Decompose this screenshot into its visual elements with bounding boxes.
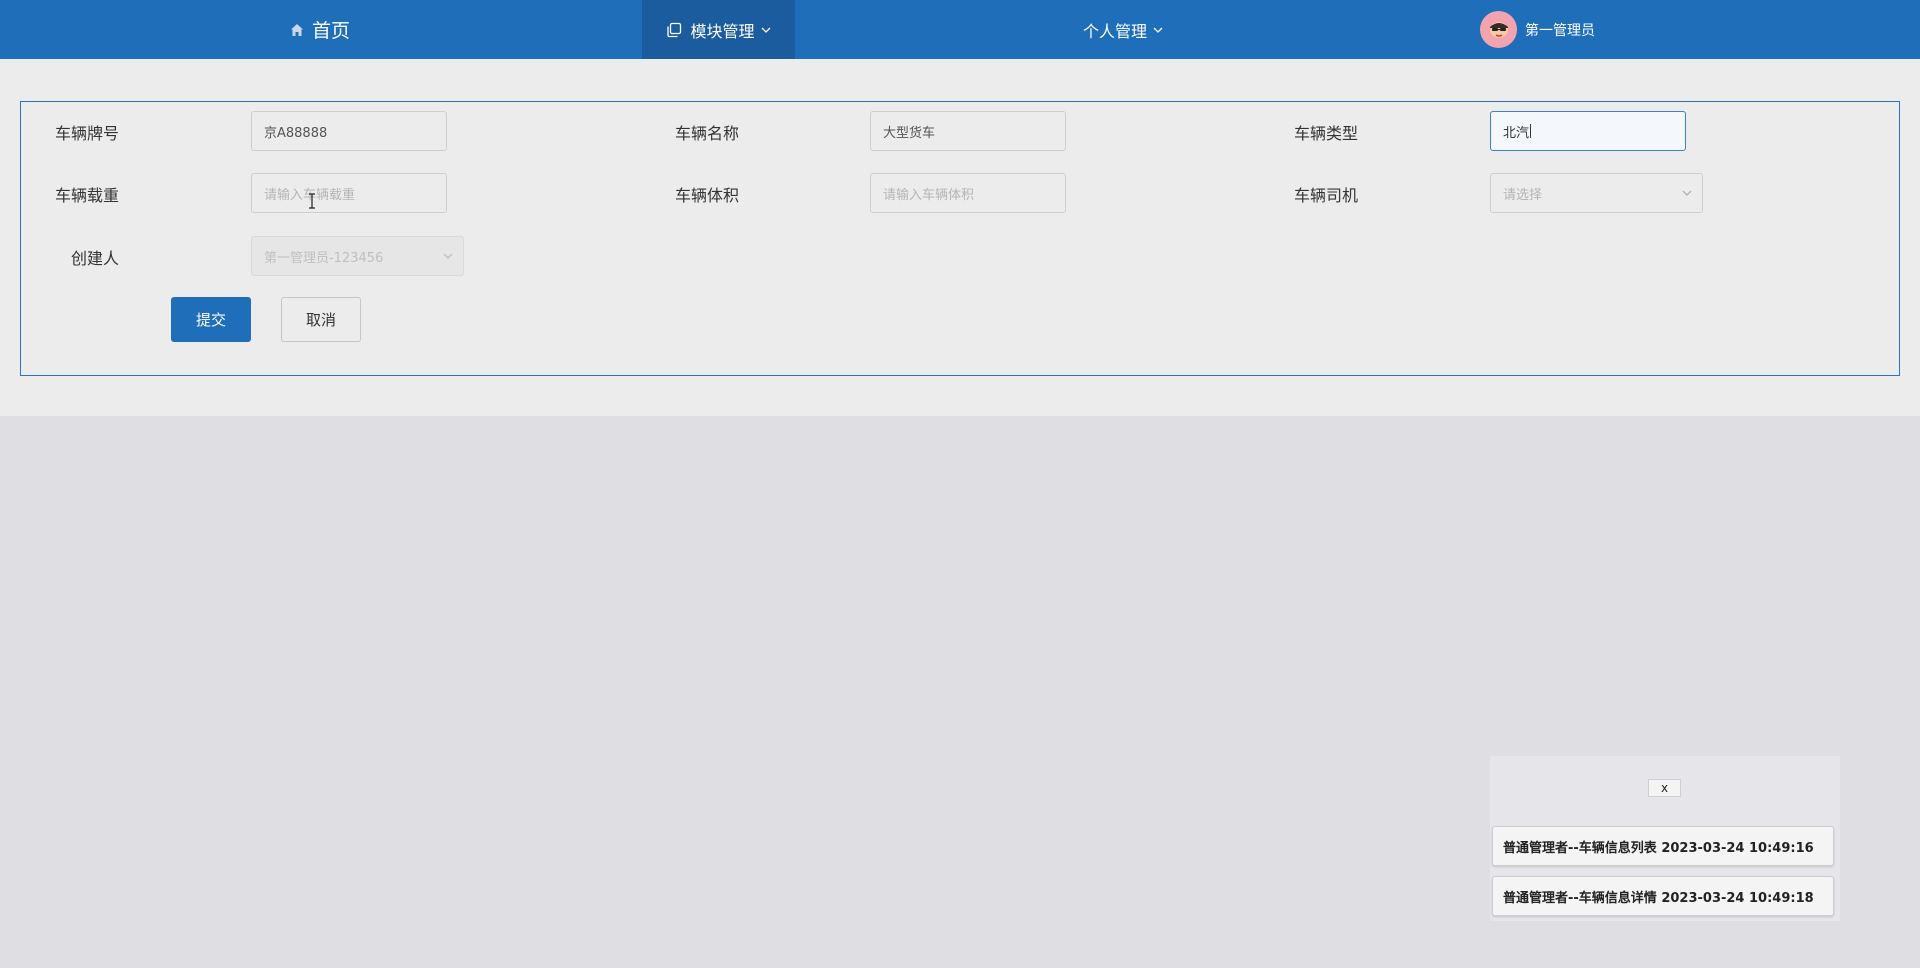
nav-module-label: 模块管理 (690, 21, 755, 41)
creator-select: 第一管理员-123456 (251, 236, 464, 276)
text-caret (1530, 124, 1532, 138)
chevron-down-icon (761, 26, 771, 34)
chevron-down-icon (443, 249, 453, 264)
creator-select-value: 第一管理员-123456 (264, 250, 384, 266)
nav-personal-management[interactable]: 个人管理 (1083, 0, 1163, 59)
avatar (1480, 11, 1517, 48)
top-nav-bar: 首页 模块管理 个人管理 第一管理员 (0, 0, 1920, 59)
notification-item[interactable]: 普通管理者--车辆信息列表 2023-03-24 10:49:16 (1492, 826, 1834, 866)
nav-home[interactable]: 首页 (290, 0, 350, 59)
nav-user-menu[interactable]: 第一管理员 (1480, 0, 1595, 59)
nav-home-label: 首页 (312, 20, 351, 42)
volume-input[interactable]: 请输入车辆体积 (870, 173, 1066, 213)
chevron-down-icon (1682, 186, 1692, 201)
chevron-down-icon (1153, 26, 1163, 34)
load-label: 车辆载重 (55, 186, 120, 205)
nav-user-name: 第一管理员 (1525, 22, 1595, 39)
nav-module-management[interactable]: 模块管理 (642, 0, 795, 59)
text-cursor-icon (308, 193, 316, 213)
vehicle-type-input[interactable]: 北汽 (1490, 111, 1686, 151)
load-input[interactable]: 请输入车辆载重 (251, 173, 447, 213)
cancel-button[interactable]: 取消 (281, 297, 361, 342)
plate-input[interactable]: 京A88888 (251, 111, 447, 151)
driver-select[interactable]: 请选择 (1490, 173, 1703, 213)
driver-select-placeholder: 请选择 (1503, 187, 1543, 203)
driver-label: 车辆司机 (1294, 186, 1359, 205)
notification-item[interactable]: 普通管理者--车辆信息详情 2023-03-24 10:49:18 (1492, 876, 1834, 916)
copy-icon (666, 22, 682, 38)
creator-label: 创建人 (71, 249, 120, 268)
submit-button[interactable]: 提交 (171, 297, 251, 342)
vehicle-type-label: 车辆类型 (1294, 124, 1359, 143)
vehicle-type-value: 北汽 (1503, 125, 1530, 141)
plate-label: 车辆牌号 (55, 124, 120, 143)
home-icon (290, 23, 304, 37)
volume-label: 车辆体积 (675, 186, 740, 205)
nav-personal-label: 个人管理 (1083, 21, 1148, 41)
vehicle-name-label: 车辆名称 (675, 124, 740, 143)
notification-close-button[interactable]: x (1648, 779, 1681, 797)
vehicle-name-input[interactable]: 大型货车 (870, 111, 1066, 151)
